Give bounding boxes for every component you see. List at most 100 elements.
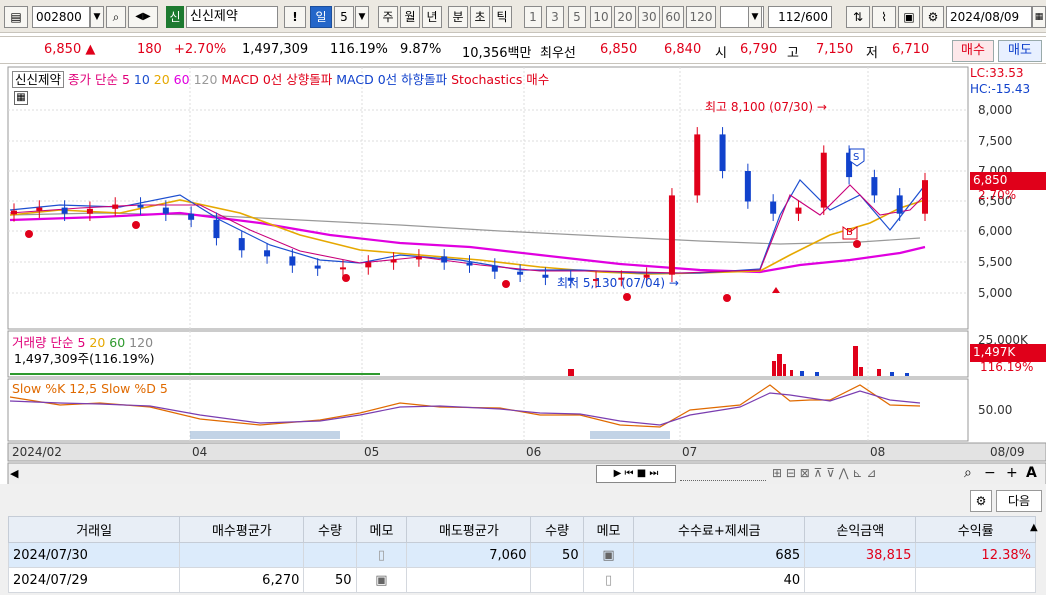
candle-body	[517, 271, 524, 275]
memo-icon[interactable]: ▯	[355, 542, 408, 568]
cell-return	[915, 567, 1036, 593]
grid-toggle-icon[interactable]: ▦	[14, 91, 28, 105]
candle-body	[188, 213, 195, 220]
high-annotation: 최고 8,100 (07/30) →	[705, 100, 827, 114]
drawing-tools-icon[interactable]: ⊞ ⊟ ⊠ ⊼ ⊽ ⋀ ⊾ ⊿	[772, 466, 876, 480]
col-sell-memo[interactable]: 메모	[582, 516, 635, 543]
window-menu-icon[interactable]: ▤	[4, 6, 28, 28]
period-n-select[interactable]: 5	[334, 6, 354, 28]
col-pnl[interactable]: 손익금액	[804, 516, 917, 543]
cell-fee: 685	[633, 542, 806, 568]
candle-body	[86, 208, 93, 214]
scroll-left-icon[interactable]: ◀	[10, 467, 18, 480]
zoom-slider[interactable]	[680, 467, 766, 481]
open-label: 시	[715, 46, 727, 61]
candle-body	[365, 262, 372, 268]
ma10-legend: 10	[133, 72, 150, 87]
chart-svg[interactable]: 최고 8,100 (07/30) → 최저 5,130 (07/04) → S …	[0, 65, 1046, 495]
bar-count-input[interactable]: 112/600	[768, 6, 832, 28]
period-second-button[interactable]: 초	[470, 6, 490, 28]
interval-60-button[interactable]: 60	[662, 6, 684, 28]
col-sell-qty[interactable]: 수량	[530, 516, 584, 543]
col-date[interactable]: 거래일	[7, 516, 181, 543]
col-buy-avg[interactable]: 매수평균가	[179, 516, 305, 543]
col-sell-avg[interactable]: 매도평균가	[406, 516, 532, 543]
table-row[interactable]: 2024/07/29 6,270 50 ▣ ▯ 40	[7, 567, 1036, 593]
interval-1-button[interactable]: 1	[524, 6, 542, 28]
low-label: 저	[866, 46, 878, 61]
grid-settings-icon[interactable]: ⚙	[970, 490, 992, 512]
candle-body	[213, 219, 220, 239]
memo-icon[interactable]: ▯	[582, 567, 635, 593]
stock-code-input[interactable]: 002800	[32, 6, 90, 28]
candle-body	[162, 207, 169, 214]
search-chart-icon[interactable]: ⌕	[964, 465, 972, 481]
high-label: 고	[787, 46, 799, 61]
settings-gear-icon[interactable]: ⚙	[922, 6, 944, 28]
period-week-button[interactable]: 주	[378, 6, 398, 28]
alert-button[interactable]: !	[284, 6, 306, 28]
buy-signal-icon: B	[842, 226, 858, 240]
search-icon[interactable]: ⌕	[106, 6, 126, 28]
interval-3-button[interactable]: 3	[546, 6, 564, 28]
date-tick: 08	[870, 445, 886, 459]
candle-body	[694, 134, 701, 196]
stoch-oversold-zone-2	[590, 431, 670, 439]
date-input[interactable]: 2024/08/09	[946, 6, 1032, 28]
buy-button[interactable]: 매수	[952, 40, 994, 62]
custom-interval-dropdown[interactable]: ▼	[748, 6, 762, 28]
interval-120-button[interactable]: 120	[686, 6, 716, 28]
candle-body	[415, 256, 422, 260]
sell-button[interactable]: 매도	[998, 40, 1042, 62]
col-return[interactable]: 수익률	[915, 516, 1036, 543]
col-fee[interactable]: 수수료+제세금	[633, 516, 806, 543]
scroll-thumb[interactable]: ▶ ⏮ ■ ⏭	[596, 465, 676, 483]
open-price: 6,790	[740, 42, 778, 57]
col-buy-qty[interactable]: 수량	[303, 516, 357, 543]
col-buy-memo[interactable]: 메모	[355, 516, 408, 543]
candle-body	[871, 177, 878, 196]
stock-name-field[interactable]: 신신제약	[186, 6, 278, 28]
period-day-button[interactable]: 일	[310, 6, 332, 28]
cell-return: 12.38%	[915, 542, 1036, 568]
cell-date: 2024/07/29	[7, 567, 181, 593]
period-minute-button[interactable]: 분	[448, 6, 468, 28]
cell-sell-avg	[406, 567, 532, 593]
prev-stock-icon[interactable]: ◀▶	[128, 6, 158, 28]
indicator-icon[interactable]: ⌇	[872, 6, 896, 28]
interval-30-button[interactable]: 30	[638, 6, 660, 28]
table-row[interactable]: 2024/07/30 ▯ 7,060 50 ▣ 685 38,815 12.38…	[7, 542, 1036, 568]
memo-edit-icon[interactable]: ▣	[355, 567, 408, 593]
candle-body	[491, 265, 498, 272]
price-tick: 8,000	[978, 103, 1013, 117]
best-quote-label: 최우선	[540, 46, 576, 61]
price-tick: 5,000	[978, 286, 1013, 300]
cell-buy-qty: 50	[303, 567, 357, 593]
table-scroll-up-icon[interactable]: ▲	[1030, 522, 1038, 533]
save-icon[interactable]: ▣	[898, 6, 920, 28]
date-tick: 2024/02	[12, 445, 62, 459]
calendar-icon[interactable]: ▦	[1032, 6, 1046, 28]
toolbar: ▤ 002800 ▼ ⌕ ◀▶ 신 신신제약 ! 일 5 ▼ 주 월 년 분 초…	[0, 0, 1046, 33]
code-dropdown-button[interactable]: ▼	[90, 6, 104, 28]
period-n-dropdown[interactable]: ▼	[355, 6, 369, 28]
next-button[interactable]: 다음	[996, 490, 1042, 512]
cell-buy-qty	[303, 542, 357, 568]
zoom-in-icon[interactable]: +	[1006, 465, 1018, 481]
interval-5-button[interactable]: 5	[568, 6, 586, 28]
trade-table: 거래일 매수평균가 수량 메모 매도평균가 수량 메모 수수료+제세금 손익금액…	[7, 516, 1036, 593]
compare-icon[interactable]: ⇅	[846, 6, 870, 28]
candle-body	[264, 250, 271, 257]
memo-edit-icon[interactable]: ▣	[582, 542, 635, 568]
interval-20-button[interactable]: 20	[614, 6, 636, 28]
interval-10-button[interactable]: 10	[590, 6, 612, 28]
chart-area[interactable]: 최고 8,100 (07/30) → 최저 5,130 (07/04) → S …	[0, 65, 1046, 495]
period-year-button[interactable]: 년	[422, 6, 442, 28]
stock-code-value: 002800	[36, 10, 82, 24]
period-month-button[interactable]: 월	[400, 6, 420, 28]
font-size-icon[interactable]: A	[1026, 465, 1037, 481]
period-tick-button[interactable]: 틱	[492, 6, 512, 28]
scroll-bar[interactable]	[7, 462, 1046, 486]
volume-ratio: 116.19%	[330, 42, 388, 57]
zoom-out-icon[interactable]: −	[984, 465, 996, 481]
